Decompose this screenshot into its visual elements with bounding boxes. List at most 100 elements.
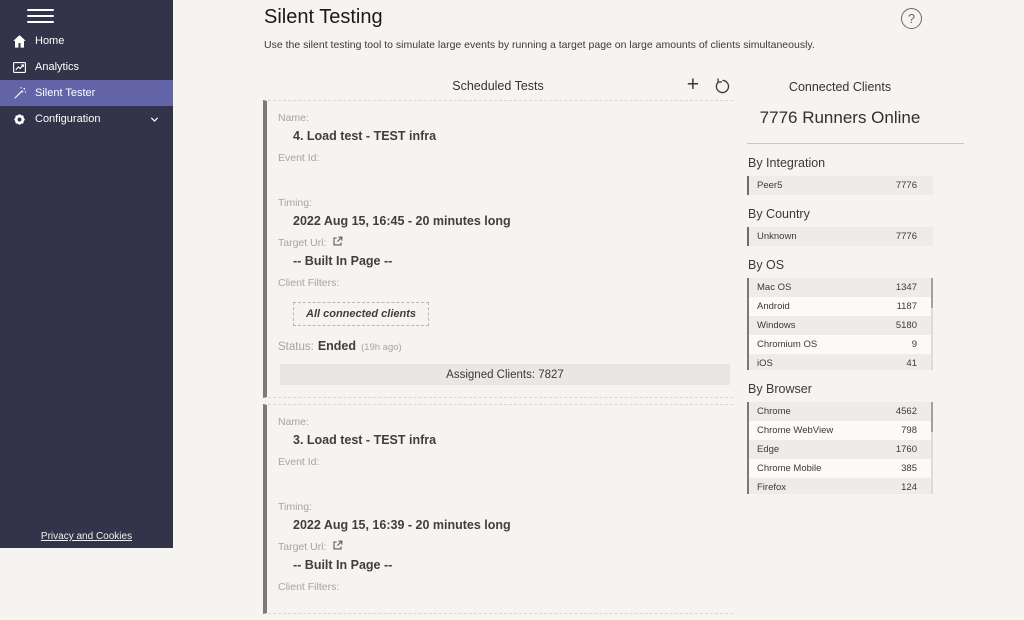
- stats-row-label: Chrome Mobile: [757, 463, 821, 474]
- external-link-icon[interactable]: [332, 538, 343, 556]
- stats-row-value: 1187: [897, 301, 917, 312]
- stats-row-value: 9: [912, 339, 917, 350]
- stats-row: Unknown 7776: [747, 227, 933, 246]
- stats-section-by-country: By Country Unknown 7776: [747, 207, 964, 246]
- hamburger-menu-icon[interactable]: [27, 9, 54, 25]
- stats-row: Android 1187: [747, 297, 933, 316]
- field-value: 2022 Aug 15, 16:39 - 20 minutes long: [293, 518, 733, 533]
- scheduled-tests-title: Scheduled Tests: [263, 75, 733, 97]
- stats-row-value: 4562: [896, 406, 917, 417]
- stats-row-label: Peer5: [757, 180, 782, 191]
- sidebar-nav: Home Analytics Silent Tester Configuration: [0, 28, 173, 132]
- field-value: 2022 Aug 15, 16:45 - 20 minutes long: [293, 214, 733, 229]
- field-value: 3. Load test - TEST infra: [293, 433, 733, 448]
- field-value: -- Built In Page --: [293, 558, 733, 573]
- stats-section-title: By Integration: [748, 156, 964, 170]
- field-label: Timing:: [278, 197, 312, 209]
- scrollbar-thumb[interactable]: [931, 402, 933, 432]
- status-ago: (19h ago): [361, 342, 402, 353]
- home-icon: [11, 33, 27, 49]
- stats-row: Chrome 4562: [747, 402, 933, 421]
- test-field: Event Id:: [278, 455, 733, 488]
- client-stats-sections: By Integration Peer5 7776 By Country Unknown…: [747, 156, 964, 494]
- test-card-list: Name: 4. Load test - TEST infra Event Id: T…: [263, 100, 733, 614]
- field-value: 4. Load test - TEST infra: [293, 129, 733, 144]
- stats-row-label: Mac OS: [757, 282, 791, 293]
- stats-row: Edge1760: [747, 440, 933, 459]
- stats-row-label: Chrome: [757, 406, 791, 417]
- stats-row-value: 7776: [896, 180, 917, 191]
- test-field: Client Filters:: [278, 276, 733, 290]
- stats-row: iOS 41: [747, 354, 933, 370]
- field-label: Name:: [278, 416, 309, 428]
- status-label: Status:: [278, 341, 314, 353]
- test-field: Timing: 2022 Aug 15, 16:45 - 20 minutes l…: [278, 196, 733, 229]
- scheduled-tests-panel: Scheduled Tests + Name: 4. Load test - TE…: [263, 75, 733, 620]
- test-card: Name: 3. Load test - TEST infra Event Id: T…: [263, 404, 733, 614]
- stats-row-label: iOS: [757, 358, 773, 369]
- list-left-bar: [747, 278, 749, 370]
- sidebar-item-configuration[interactable]: Configuration: [0, 106, 173, 132]
- field-value: -- Built In Page --: [293, 254, 733, 269]
- sidebar-item-analytics[interactable]: Analytics: [0, 54, 173, 80]
- stats-section-by-browser: By BrowserChrome4562Chrome WebView798Edg…: [747, 382, 964, 494]
- field-label: Target Url:: [278, 237, 326, 249]
- wand-icon: [11, 85, 27, 101]
- stats-row-label: Chromium OS: [757, 339, 817, 350]
- stats-list[interactable]: Chrome 4562 Chrome WebView798Edge1760 Chrom…: [747, 402, 933, 494]
- stats-section-by-integration: By Integration Peer5 7776: [747, 156, 964, 195]
- stats-row-value: 1760: [896, 444, 917, 455]
- scheduled-tests-header: Scheduled Tests +: [263, 75, 733, 100]
- stats-row-value: 7776: [896, 231, 917, 242]
- chevron-down-icon[interactable]: [149, 114, 160, 125]
- stats-section-title: By Country: [748, 207, 964, 221]
- stats-row-label: Unknown: [757, 231, 797, 242]
- sidebar: HomeAnalyticsSilent TesterConfiguration …: [0, 0, 173, 548]
- test-field: Target Url: -- Built In Page --: [278, 236, 733, 269]
- page-subtitle: Use the silent testing tool to simulate …: [264, 39, 815, 51]
- test-field: Target Url: -- Built In Page --: [278, 540, 733, 573]
- stats-row-value: 5180: [896, 320, 917, 331]
- gear-icon: [11, 111, 27, 127]
- refresh-icon[interactable]: [714, 78, 731, 95]
- stats-section-title: By OS: [748, 258, 964, 272]
- test-field: Event Id:: [278, 151, 733, 184]
- add-test-button[interactable]: +: [687, 74, 699, 96]
- privacy-link[interactable]: Privacy and Cookies: [0, 531, 173, 542]
- sidebar-item-home[interactable]: Home: [0, 28, 173, 54]
- page-title: Silent Testing: [264, 6, 383, 29]
- help-icon[interactable]: ?: [901, 8, 922, 29]
- status-line: Status: Ended (19h ago): [278, 339, 733, 355]
- field-label: Event Id:: [278, 456, 319, 468]
- runners-online-count: 7776 Runners Online: [747, 108, 933, 128]
- stats-row-label: Android: [757, 301, 790, 312]
- sidebar-item-label: Silent Tester: [35, 87, 95, 99]
- connected-clients-title: Connected Clients: [747, 80, 933, 94]
- field-label: Event Id:: [278, 152, 319, 164]
- sidebar-item-label: Configuration: [35, 113, 100, 125]
- stats-row: Windows5180: [747, 316, 933, 335]
- field-label: Target Url:: [278, 541, 326, 553]
- divider: [747, 143, 964, 144]
- list-left-bar: [747, 402, 749, 494]
- sidebar-item-silent-tester[interactable]: Silent Tester: [0, 80, 173, 106]
- stats-row-label: Firefox: [757, 482, 786, 493]
- stats-row: Chrome WebView798: [747, 421, 933, 440]
- stats-list[interactable]: Mac OS 1347 Android 1187 Windows5180 Chromium…: [747, 278, 933, 370]
- connected-clients-panel: Connected Clients 7776 Runners Online By…: [747, 75, 964, 494]
- sidebar-item-label: Analytics: [35, 61, 79, 73]
- stats-row-value: 385: [901, 463, 917, 474]
- scrollbar-thumb[interactable]: [931, 278, 933, 308]
- external-link-icon[interactable]: [332, 234, 343, 252]
- test-field: Name: 3. Load test - TEST infra: [278, 415, 733, 448]
- field-label: Client Filters:: [278, 277, 339, 289]
- field-label: Name:: [278, 112, 309, 124]
- stats-row-value: 1347: [896, 282, 917, 293]
- stats-row-value: 798: [901, 425, 917, 436]
- test-card: Name: 4. Load test - TEST infra Event Id: T…: [263, 100, 733, 398]
- stats-row: Firefox124: [747, 478, 933, 494]
- stats-row-value: 41: [906, 358, 917, 369]
- status-value: Ended: [318, 339, 356, 353]
- test-field: Timing:2022 Aug 15, 16:39 - 20 minutes l…: [278, 500, 733, 533]
- test-field: Client Filters:: [278, 580, 733, 594]
